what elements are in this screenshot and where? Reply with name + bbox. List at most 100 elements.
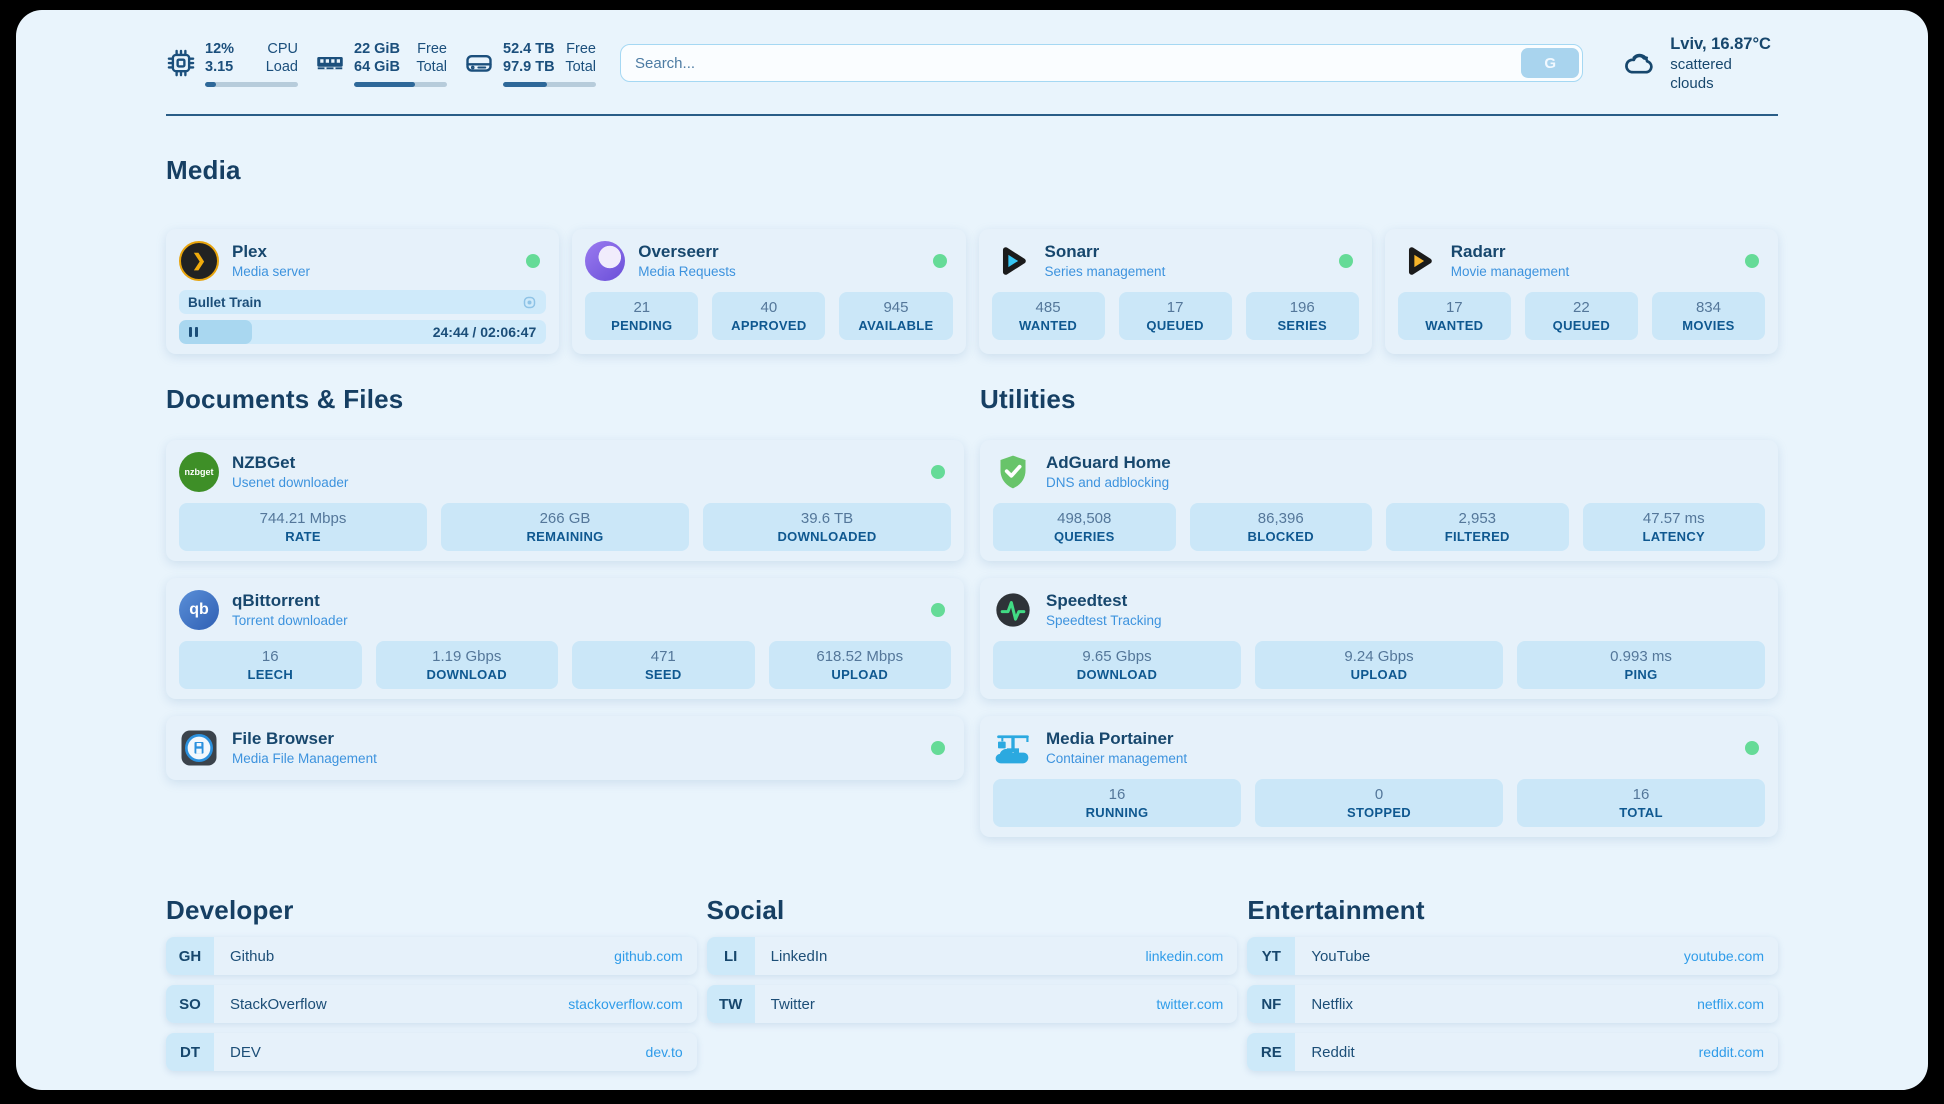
link-youtube[interactable]: YT YouTube youtube.com (1247, 937, 1778, 975)
sonarr-card[interactable]: Sonarr Series management 485 WANTED 17 Q… (979, 229, 1372, 354)
portainer-stat-running: 16 RUNNING (993, 779, 1241, 827)
link-stackoverflow[interactable]: SO StackOverflow stackoverflow.com (166, 985, 697, 1023)
portainer-stat-stopped: 0 STOPPED (1255, 779, 1503, 827)
speedtest-card[interactable]: Speedtest Speedtest Tracking 9.65 Gbps D… (980, 578, 1778, 699)
nzbget-name: NZBGet (232, 453, 348, 473)
radarr-icon (1398, 241, 1438, 281)
qbittorrent-desc: Torrent downloader (232, 612, 348, 629)
netflix-badge: NF (1247, 985, 1295, 1023)
ram-free-value: 22 GiB (354, 40, 400, 58)
sonarr-stat-queued: 17 QUEUED (1119, 292, 1232, 340)
player-settings-icon[interactable] (522, 295, 537, 310)
adguard-icon (993, 452, 1033, 492)
link-twitter[interactable]: TW Twitter twitter.com (707, 985, 1238, 1023)
overseerr-stat-approved: 40 APPROVED (712, 292, 825, 340)
ram-total-label: Total (416, 58, 447, 76)
portainer-status-dot (1745, 741, 1759, 755)
radarr-stat-queued: 22 QUEUED (1525, 292, 1638, 340)
adguard-stat-filtered: 2,953 FILTERED (1386, 503, 1569, 551)
portainer-card[interactable]: Media Portainer Container management 16 … (980, 716, 1778, 837)
section-title-media: Media (166, 153, 1778, 187)
playback-time: 24:44 / 02:06:47 (433, 320, 537, 344)
portainer-desc: Container management (1046, 750, 1187, 767)
sonarr-status-dot (1339, 254, 1353, 268)
disk-free-value: 52.4 TB (503, 40, 555, 58)
overseerr-name: Overseerr (638, 242, 736, 262)
resource-widgets: 12% 3.15 CPU Load (166, 40, 596, 87)
radarr-card[interactable]: Radarr Movie management 17 WANTED 22 QUE… (1385, 229, 1778, 354)
header-divider (166, 114, 1778, 116)
qbittorrent-stat-leech: 16 LEECH (179, 641, 362, 689)
plex-card[interactable]: ❯ Plex Media server Bullet Train (166, 229, 559, 354)
adguard-card[interactable]: AdGuard Home DNS and adblocking 498,508 … (980, 440, 1778, 561)
plex-name: Plex (232, 242, 310, 262)
nzbget-desc: Usenet downloader (232, 474, 348, 491)
nzbget-card[interactable]: nzbget NZBGet Usenet downloader 744.21 M… (166, 440, 964, 561)
nzbget-stat-downloaded: 39.6 TB DOWNLOADED (703, 503, 951, 551)
qbittorrent-icon: qb (179, 590, 219, 630)
link-reddit[interactable]: RE Reddit reddit.com (1247, 1033, 1778, 1071)
link-dev[interactable]: DT DEV dev.to (166, 1033, 697, 1071)
filebrowser-card[interactable]: File Browser Media File Management (166, 716, 964, 780)
playback-progress-bar: 24:44 / 02:06:47 (179, 320, 546, 344)
plex-desc: Media server (232, 263, 310, 280)
sonarr-name: Sonarr (1045, 242, 1166, 262)
filebrowser-name: File Browser (232, 729, 377, 749)
overseerr-card[interactable]: Overseerr Media Requests 21 PENDING 40 A… (572, 229, 965, 354)
disk-widget: 52.4 TB 97.9 TB Free Total (464, 40, 596, 87)
filebrowser-desc: Media File Management (232, 750, 377, 767)
ram-free-label: Free (416, 40, 447, 58)
section-title-developer: Developer (166, 893, 697, 927)
speedtest-icon (993, 590, 1033, 630)
top-bar: 12% 3.15 CPU Load (166, 40, 1778, 86)
search-engine-button[interactable]: G (1521, 48, 1579, 78)
overseerr-stat-pending: 21 PENDING (585, 292, 698, 340)
overseerr-desc: Media Requests (638, 263, 736, 280)
cpu-progress-bar (205, 82, 298, 87)
adguard-desc: DNS and adblocking (1046, 474, 1171, 491)
ram-total-value: 64 GiB (354, 58, 400, 76)
now-playing-row: Bullet Train (179, 290, 546, 314)
link-linkedin[interactable]: LI LinkedIn linkedin.com (707, 937, 1238, 975)
now-playing-title: Bullet Train (188, 295, 262, 310)
plex-icon: ❯ (179, 241, 219, 281)
speedtest-desc: Speedtest Tracking (1046, 612, 1162, 629)
search-bar: G (620, 44, 1583, 82)
weather-widget: Lviv, 16.87°C scattered clouds (1621, 34, 1778, 93)
nzbget-stat-remaining: 266 GB REMAINING (441, 503, 689, 551)
sonarr-stat-series: 196 SERIES (1246, 292, 1359, 340)
twitter-badge: TW (707, 985, 755, 1023)
weather-location-temp: Lviv, 16.87°C (1670, 34, 1778, 55)
dashboard-page: 12% 3.15 CPU Load (16, 10, 1928, 1090)
ram-icon (315, 48, 345, 78)
qbittorrent-card[interactable]: qb qBittorrent Torrent downloader 16 LEE… (166, 578, 964, 699)
cpu-label: CPU (266, 40, 298, 58)
portainer-stat-total: 16 TOTAL (1517, 779, 1765, 827)
dev-badge: DT (166, 1033, 214, 1071)
qbittorrent-status-dot (931, 603, 945, 617)
section-title-utilities: Utilities (980, 382, 1778, 416)
overseerr-status-dot (933, 254, 947, 268)
nzbget-status-dot (931, 465, 945, 479)
linkedin-badge: LI (707, 937, 755, 975)
pause-icon (189, 327, 198, 337)
adguard-stat-blocked: 86,396 BLOCKED (1190, 503, 1373, 551)
search-input[interactable] (620, 44, 1583, 82)
adguard-name: AdGuard Home (1046, 453, 1171, 473)
ram-progress-bar (354, 82, 447, 87)
cpu-usage-value: 12% (205, 40, 234, 58)
link-netflix[interactable]: NF Netflix netflix.com (1247, 985, 1778, 1023)
adguard-stat-queries: 498,508 QUERIES (993, 503, 1176, 551)
filebrowser-icon (179, 728, 219, 768)
speedtest-stat-upload: 9.24 Gbps UPLOAD (1255, 641, 1503, 689)
portainer-icon (993, 728, 1033, 768)
overseerr-stat-available: 945 AVAILABLE (839, 292, 952, 340)
link-github[interactable]: GH Github github.com (166, 937, 697, 975)
nzbget-stat-rate: 744.21 Mbps RATE (179, 503, 427, 551)
radarr-desc: Movie management (1451, 263, 1570, 280)
qbittorrent-stat-seed: 471 SEED (572, 641, 755, 689)
radarr-status-dot (1745, 254, 1759, 268)
sonarr-icon (992, 241, 1032, 281)
overseerr-icon (585, 241, 625, 281)
sonarr-stat-wanted: 485 WANTED (992, 292, 1105, 340)
